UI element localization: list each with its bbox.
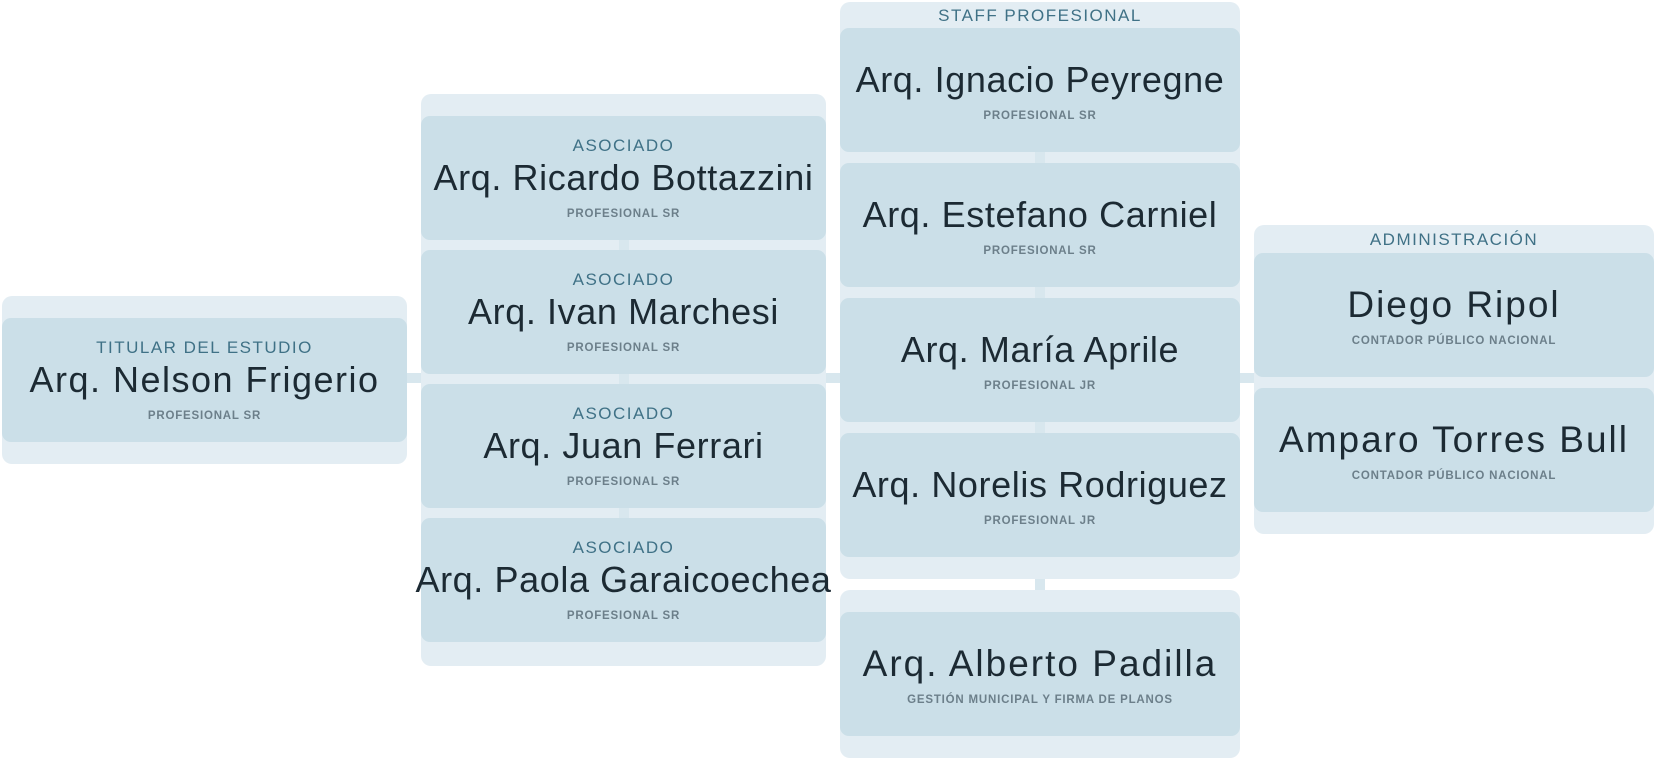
staff-card: Arq. Norelis Rodriguez PROFESIONAL JR (840, 433, 1240, 557)
card-role: ASOCIADO (572, 270, 675, 289)
card-subtitle: PROFESIONAL JR (984, 514, 1096, 527)
card-subtitle: PROFESIONAL JR (984, 379, 1096, 392)
card-subtitle: PROFESIONAL SR (983, 244, 1097, 257)
administracion-card: Diego Ripol CONTADOR PÚBLICO NACIONAL (1254, 253, 1654, 377)
card-role: ASOCIADO (572, 136, 675, 155)
card-name: Arq. Norelis Rodriguez (852, 463, 1228, 505)
asociado-card: ASOCIADO Arq. Ricardo Bottazzini PROFESI… (421, 116, 826, 240)
card-name: Arq. María Aprile (900, 328, 1180, 370)
card-role: TITULAR DEL ESTUDIO (96, 338, 313, 357)
card-name: Arq. Ricardo Bottazzini (433, 157, 814, 198)
card-name: Arq. Paola Garaicoechea (415, 559, 832, 600)
card-role: ASOCIADO (572, 404, 675, 423)
card-subtitle: PROFESIONAL SR (983, 109, 1097, 122)
card-subtitle: PROFESIONAL SR (566, 476, 681, 488)
asociado-card: ASOCIADO Arq. Juan Ferrari PROFESIONAL S… (421, 384, 826, 508)
staff-group-title: STAFF PROFESIONAL (938, 6, 1142, 25)
card-subtitle: CONTADOR PÚBLICO NACIONAL (1351, 469, 1557, 482)
card-subtitle: PROFESIONAL SR (566, 208, 681, 220)
administracion-card: Amparo Torres Bull CONTADOR PÚBLICO NACI… (1254, 388, 1654, 512)
card-subtitle: PROFESIONAL SR (147, 410, 262, 422)
card-name: Arq. Juan Ferrari (483, 425, 764, 466)
card-subtitle: PROFESIONAL SR (566, 342, 681, 354)
gestion-card: Arq. Alberto Padilla GESTIÓN MUNICIPAL Y… (840, 612, 1240, 736)
asociado-card: ASOCIADO Arq. Paola Garaicoechea PROFESI… (415, 518, 831, 642)
staff-card: Arq. Ignacio Peyregne PROFESIONAL SR (840, 28, 1240, 152)
card-role: ASOCIADO (572, 538, 675, 557)
staff-card: Arq. Estefano Carniel PROFESIONAL SR (840, 163, 1240, 287)
staff-card: Arq. María Aprile PROFESIONAL JR (840, 298, 1240, 422)
card-name: Diego Ripol (1347, 283, 1561, 325)
asociado-card: ASOCIADO Arq. Ivan Marchesi PROFESIONAL … (421, 250, 826, 374)
card-subtitle: GESTIÓN MUNICIPAL Y FIRMA DE PLANOS (907, 693, 1173, 706)
card-name: Arq. Nelson Frigerio (29, 359, 380, 400)
administracion-group-title: ADMINISTRACIÓN (1369, 230, 1539, 249)
card-name: Arq. Ivan Marchesi (468, 291, 779, 332)
titular-card: TITULAR DEL ESTUDIO Arq. Nelson Frigerio… (2, 318, 407, 442)
card-subtitle: CONTADOR PÚBLICO NACIONAL (1351, 334, 1557, 347)
card-subtitle: PROFESIONAL SR (566, 610, 681, 622)
card-name: Arq. Estefano Carniel (862, 193, 1218, 235)
card-name: Arq. Alberto Padilla (862, 642, 1218, 684)
card-name: Arq. Ignacio Peyregne (855, 58, 1225, 100)
card-name: Amparo Torres Bull (1279, 418, 1629, 460)
